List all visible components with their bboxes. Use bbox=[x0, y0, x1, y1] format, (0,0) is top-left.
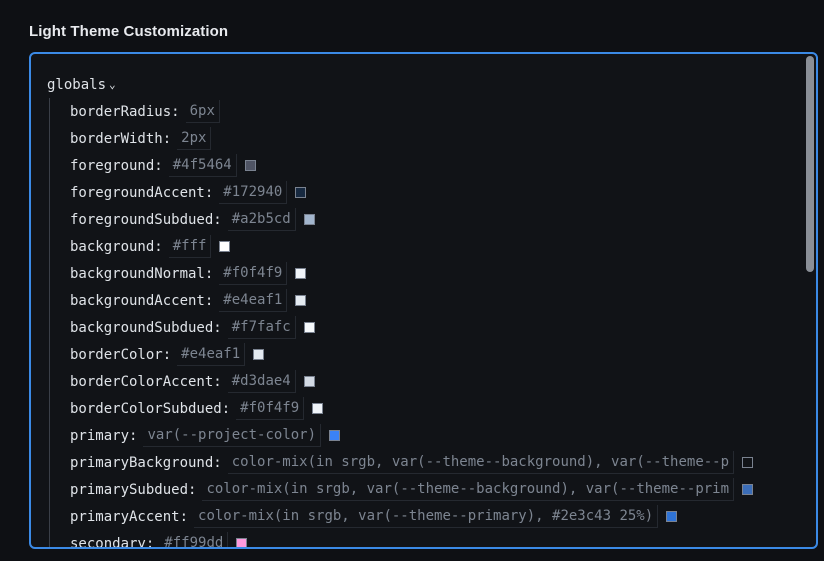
tree-row-backgroundNormal: backgroundNormal: #f0f4f9 bbox=[70, 260, 788, 287]
tree-row-borderColorAccent: borderColorAccent: #d3dae4 bbox=[70, 368, 788, 395]
color-swatch[interactable] bbox=[303, 322, 315, 333]
color-swatch[interactable] bbox=[742, 484, 754, 495]
scrollbar-thumb[interactable] bbox=[806, 56, 814, 272]
key-colon: : bbox=[129, 427, 138, 444]
key-colon: : bbox=[188, 481, 197, 498]
tree-row-background: background: #fff bbox=[70, 233, 788, 260]
property-value-input[interactable]: #f7fafc bbox=[227, 316, 296, 339]
key-colon: : bbox=[171, 103, 180, 120]
property-value-input[interactable]: #d3dae4 bbox=[227, 370, 296, 393]
color-swatch[interactable] bbox=[666, 511, 678, 522]
property-value-input[interactable]: 2px bbox=[177, 127, 212, 150]
key-colon: : bbox=[213, 319, 222, 336]
key-colon: : bbox=[221, 400, 231, 417]
color-swatch[interactable] bbox=[329, 430, 341, 441]
tree-row-borderColor: borderColor: #e4eaf1 bbox=[70, 341, 788, 368]
property-key: secondary bbox=[70, 535, 146, 549]
property-value-input[interactable]: #f0f4f9 bbox=[219, 262, 288, 285]
tree-row-foreground: foreground: #4f5464 bbox=[70, 152, 788, 179]
tree-row-primarySubdued: primarySubdued: color-mix(in srgb, var(--… bbox=[70, 476, 788, 503]
property-key: borderColor bbox=[70, 346, 163, 363]
property-key: backgroundNormal bbox=[70, 265, 205, 282]
property-value-input[interactable]: #fff bbox=[168, 235, 212, 258]
key-colon: : bbox=[145, 535, 155, 549]
property-key: backgroundAccent bbox=[70, 292, 205, 309]
color-swatch[interactable] bbox=[219, 241, 231, 252]
property-value-input[interactable]: color-mix(in srgb, var(--theme--backgrou… bbox=[227, 451, 735, 474]
property-key: primary bbox=[70, 427, 130, 444]
tree-row-foregroundSubdued: foregroundSubdued: #a2b5cd bbox=[70, 206, 788, 233]
property-key: primaryBackground bbox=[70, 454, 214, 471]
globals-children: borderRadius:6px borderWidth:2px foregroun… bbox=[49, 98, 788, 549]
tree-row-borderWidth: borderWidth:2px bbox=[70, 125, 788, 152]
key-colon: : bbox=[204, 292, 214, 309]
json-editor[interactable]: globals ⌄ borderRadius:6px borderWidth:2p… bbox=[29, 52, 818, 549]
property-value-input[interactable]: #a2b5cd bbox=[227, 208, 296, 231]
chevron-down-icon[interactable]: ⌄ bbox=[109, 78, 116, 91]
property-key: backgroundSubdued bbox=[70, 319, 214, 336]
tree-root-globals[interactable]: globals ⌄ bbox=[47, 71, 788, 98]
property-key: foregroundSubdued bbox=[70, 211, 214, 228]
tree-row-backgroundSubdued: backgroundSubdued: #f7fafc bbox=[70, 314, 788, 341]
tree-row-secondary: secondary: #ff99dd bbox=[70, 530, 788, 549]
color-swatch[interactable] bbox=[312, 403, 324, 414]
tree-row-primaryBackground: primaryBackground: color-mix(in srgb, var… bbox=[70, 449, 788, 476]
key-colon: : bbox=[213, 454, 222, 471]
tree-row-borderRadius: borderRadius:6px bbox=[70, 98, 788, 125]
color-swatch[interactable] bbox=[295, 187, 307, 198]
property-key: borderWidth bbox=[70, 130, 163, 147]
section-title: Light Theme Customization bbox=[29, 23, 229, 40]
property-key: borderRadius bbox=[70, 103, 172, 120]
color-swatch[interactable] bbox=[236, 538, 248, 547]
property-key: primarySubdued bbox=[70, 481, 189, 498]
vertical-scrollbar[interactable] bbox=[805, 56, 815, 545]
color-swatch[interactable] bbox=[295, 268, 307, 279]
key-colon: : bbox=[204, 265, 214, 282]
property-value-input[interactable]: #f0f4f9 bbox=[236, 397, 305, 420]
property-value-input[interactable]: #ff99dd bbox=[160, 532, 229, 547]
tree-view: globals ⌄ borderRadius:6px borderWidth:2p… bbox=[47, 71, 788, 547]
color-swatch[interactable] bbox=[742, 457, 754, 468]
key-colon: : bbox=[179, 508, 189, 525]
color-swatch[interactable] bbox=[303, 376, 315, 387]
color-swatch[interactable] bbox=[303, 214, 315, 225]
property-key: borderColorAccent bbox=[70, 373, 214, 390]
tree-row-primaryAccent: primaryAccent: color-mix(in srgb, var(--t… bbox=[70, 503, 788, 530]
key-colon: : bbox=[204, 184, 214, 201]
property-key: foregroundAccent bbox=[70, 184, 205, 201]
key-colon: : bbox=[213, 211, 222, 228]
tree-row-primary: primary: var(--project-color) bbox=[70, 422, 788, 449]
color-swatch[interactable] bbox=[253, 349, 265, 360]
property-value-input[interactable]: #e4eaf1 bbox=[219, 289, 288, 312]
property-value-input[interactable]: #172940 bbox=[219, 181, 288, 204]
key-colon: : bbox=[162, 346, 172, 363]
property-key: borderColorSubdued bbox=[70, 400, 222, 417]
property-value-input[interactable]: var(--project-color) bbox=[143, 424, 322, 447]
key-colon: : bbox=[154, 238, 163, 255]
tree-row-foregroundAccent: foregroundAccent: #172940 bbox=[70, 179, 788, 206]
property-value-input[interactable]: 6px bbox=[185, 100, 220, 123]
color-swatch[interactable] bbox=[295, 295, 307, 306]
key-colon: : bbox=[213, 373, 222, 390]
property-key: foreground bbox=[70, 157, 155, 174]
property-key: background bbox=[70, 238, 155, 255]
tree-row-backgroundAccent: backgroundAccent: #e4eaf1 bbox=[70, 287, 788, 314]
color-swatch[interactable] bbox=[244, 160, 256, 171]
root-key: globals bbox=[47, 76, 107, 93]
key-colon: : bbox=[162, 130, 172, 147]
property-value-input[interactable]: #e4eaf1 bbox=[177, 343, 246, 366]
tree-row-borderColorSubdued: borderColorSubdued: #f0f4f9 bbox=[70, 395, 788, 422]
property-value-input[interactable]: #4f5464 bbox=[168, 154, 237, 177]
property-key: primaryAccent bbox=[70, 508, 180, 525]
property-value-input[interactable]: color-mix(in srgb, var(--theme--backgrou… bbox=[202, 478, 735, 501]
key-colon: : bbox=[154, 157, 163, 174]
property-value-input[interactable]: color-mix(in srgb, var(--theme--primary)… bbox=[194, 505, 659, 528]
